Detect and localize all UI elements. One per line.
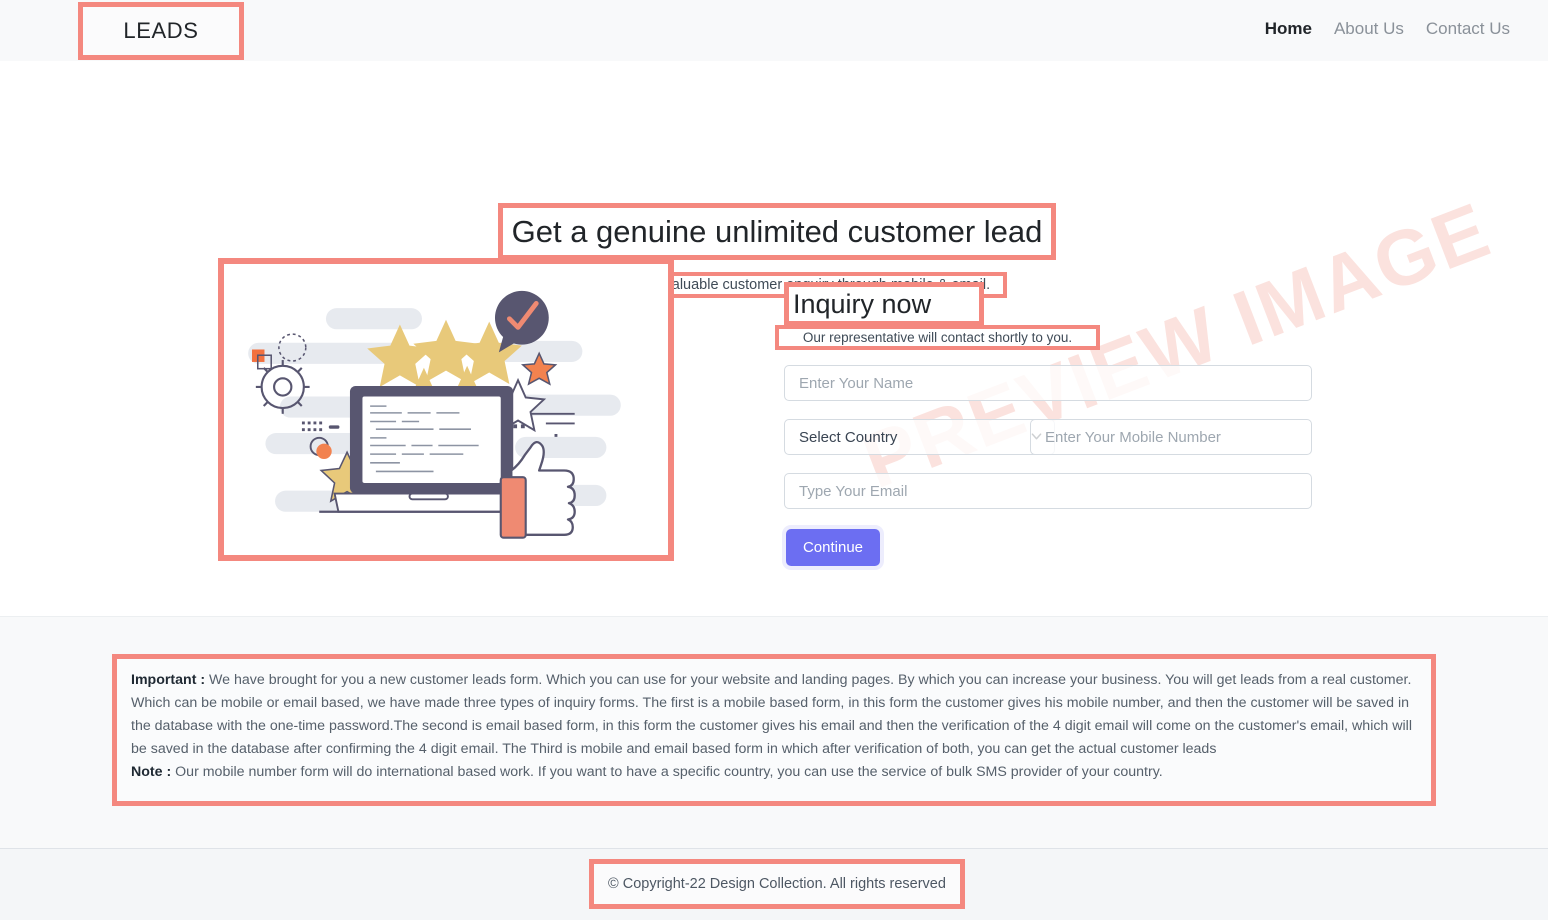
important-label: Important :	[131, 672, 206, 688]
name-input[interactable]: Enter Your Name	[784, 365, 1312, 401]
info-highlight-box: Important : We have brought for you a ne…	[112, 654, 1436, 806]
email-input-placeholder: Type Your Email	[799, 482, 908, 500]
note-text: Our mobile number form will do internati…	[171, 764, 1163, 780]
page-root: LEADS Home About Us Contact Us PREVIEW I…	[0, 0, 1548, 920]
info-section: Important : We have brought for you a ne…	[0, 616, 1548, 848]
inquiry-subtitle-highlight: Our representative will contact shortly …	[775, 325, 1100, 350]
mobile-input[interactable]: Enter Your Mobile Number	[1030, 419, 1312, 455]
inquiry-title-highlight: Inquiry now	[784, 282, 984, 326]
brand-label: LEADS	[123, 18, 199, 43]
email-input[interactable]: Type Your Email	[784, 473, 1312, 509]
note-label: Note :	[131, 764, 172, 780]
hero-illustration	[218, 258, 674, 561]
inquiry-title: Inquiry now	[793, 288, 932, 319]
continue-button[interactable]: Continue	[786, 529, 880, 566]
copyright-text: © Copyright-22 Design Collection. All ri…	[608, 876, 946, 892]
hero-title-highlight: Get a genuine unlimited customer lead	[498, 203, 1056, 260]
navbar: LEADS Home About Us Contact Us	[0, 0, 1548, 61]
mobile-input-placeholder: Enter Your Mobile Number	[1045, 428, 1221, 446]
country-select[interactable]: Select Country	[784, 419, 1055, 455]
country-select-value: Select Country	[799, 428, 898, 446]
important-paragraph: Important : We have brought for you a ne…	[131, 669, 1417, 784]
copyright-highlight: © Copyright-22 Design Collection. All ri…	[589, 859, 965, 909]
nav-links: Home About Us Contact Us	[1265, 19, 1510, 39]
nav-link-about-us[interactable]: About Us	[1334, 19, 1404, 39]
important-text: We have brought for you a new customer l…	[131, 672, 1412, 757]
page-title: Get a genuine unlimited customer lead	[511, 213, 1043, 249]
name-input-placeholder: Enter Your Name	[799, 374, 914, 392]
inquiry-subtitle: Our representative will contact shortly …	[802, 330, 1073, 345]
nav-link-contact-us[interactable]: Contact Us	[1426, 19, 1510, 39]
nav-link-home[interactable]: Home	[1265, 19, 1312, 39]
footer: © Copyright-22 Design Collection. All ri…	[0, 848, 1548, 920]
brand-logo[interactable]: LEADS	[78, 2, 244, 60]
